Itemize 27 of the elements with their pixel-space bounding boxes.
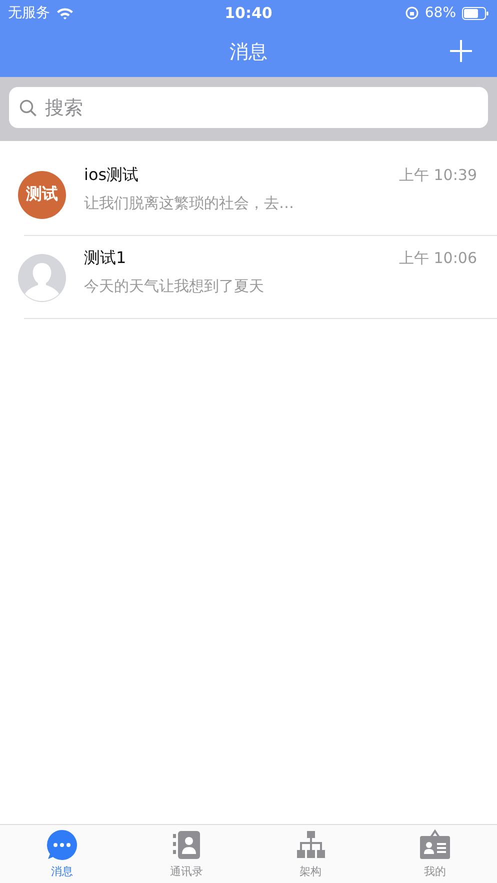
search-icon — [19, 99, 37, 117]
clock-text: 10:40 — [224, 4, 272, 22]
tab[interactable]: 我的 — [372, 825, 497, 883]
rotation-lock-icon — [404, 6, 419, 20]
battery-icon — [462, 6, 489, 20]
search-field[interactable]: 搜索 — [9, 87, 488, 128]
plus-icon — [449, 39, 473, 63]
message-preview: 让我们脱离这繁琐的社会，去… — [84, 194, 295, 213]
screen-title: 消息 — [230, 40, 268, 64]
avatar: 测试 — [18, 170, 66, 218]
message-time: 上午 10:39 — [399, 165, 478, 185]
tab[interactable]: 消息 — [0, 825, 124, 883]
contact-name: 测试1 — [84, 248, 128, 269]
org-chart-icon — [294, 829, 327, 861]
avatar — [18, 254, 66, 302]
contact-name: ios测试 — [84, 165, 140, 186]
chat-icon — [46, 829, 78, 861]
message-preview: 今天的天气让我想到了夏天 — [84, 277, 265, 296]
tab[interactable]: 架构 — [248, 825, 373, 883]
message-time: 上午 10:06 — [399, 248, 478, 268]
carrier-text: 无服务 — [8, 4, 50, 22]
address-book-icon — [170, 829, 202, 861]
tab[interactable]: 通讯录 — [124, 825, 248, 883]
id-badge-icon — [418, 829, 451, 861]
wifi-icon — [56, 6, 74, 20]
add-button[interactable] — [449, 39, 473, 63]
battery-text: 68% — [424, 5, 456, 21]
